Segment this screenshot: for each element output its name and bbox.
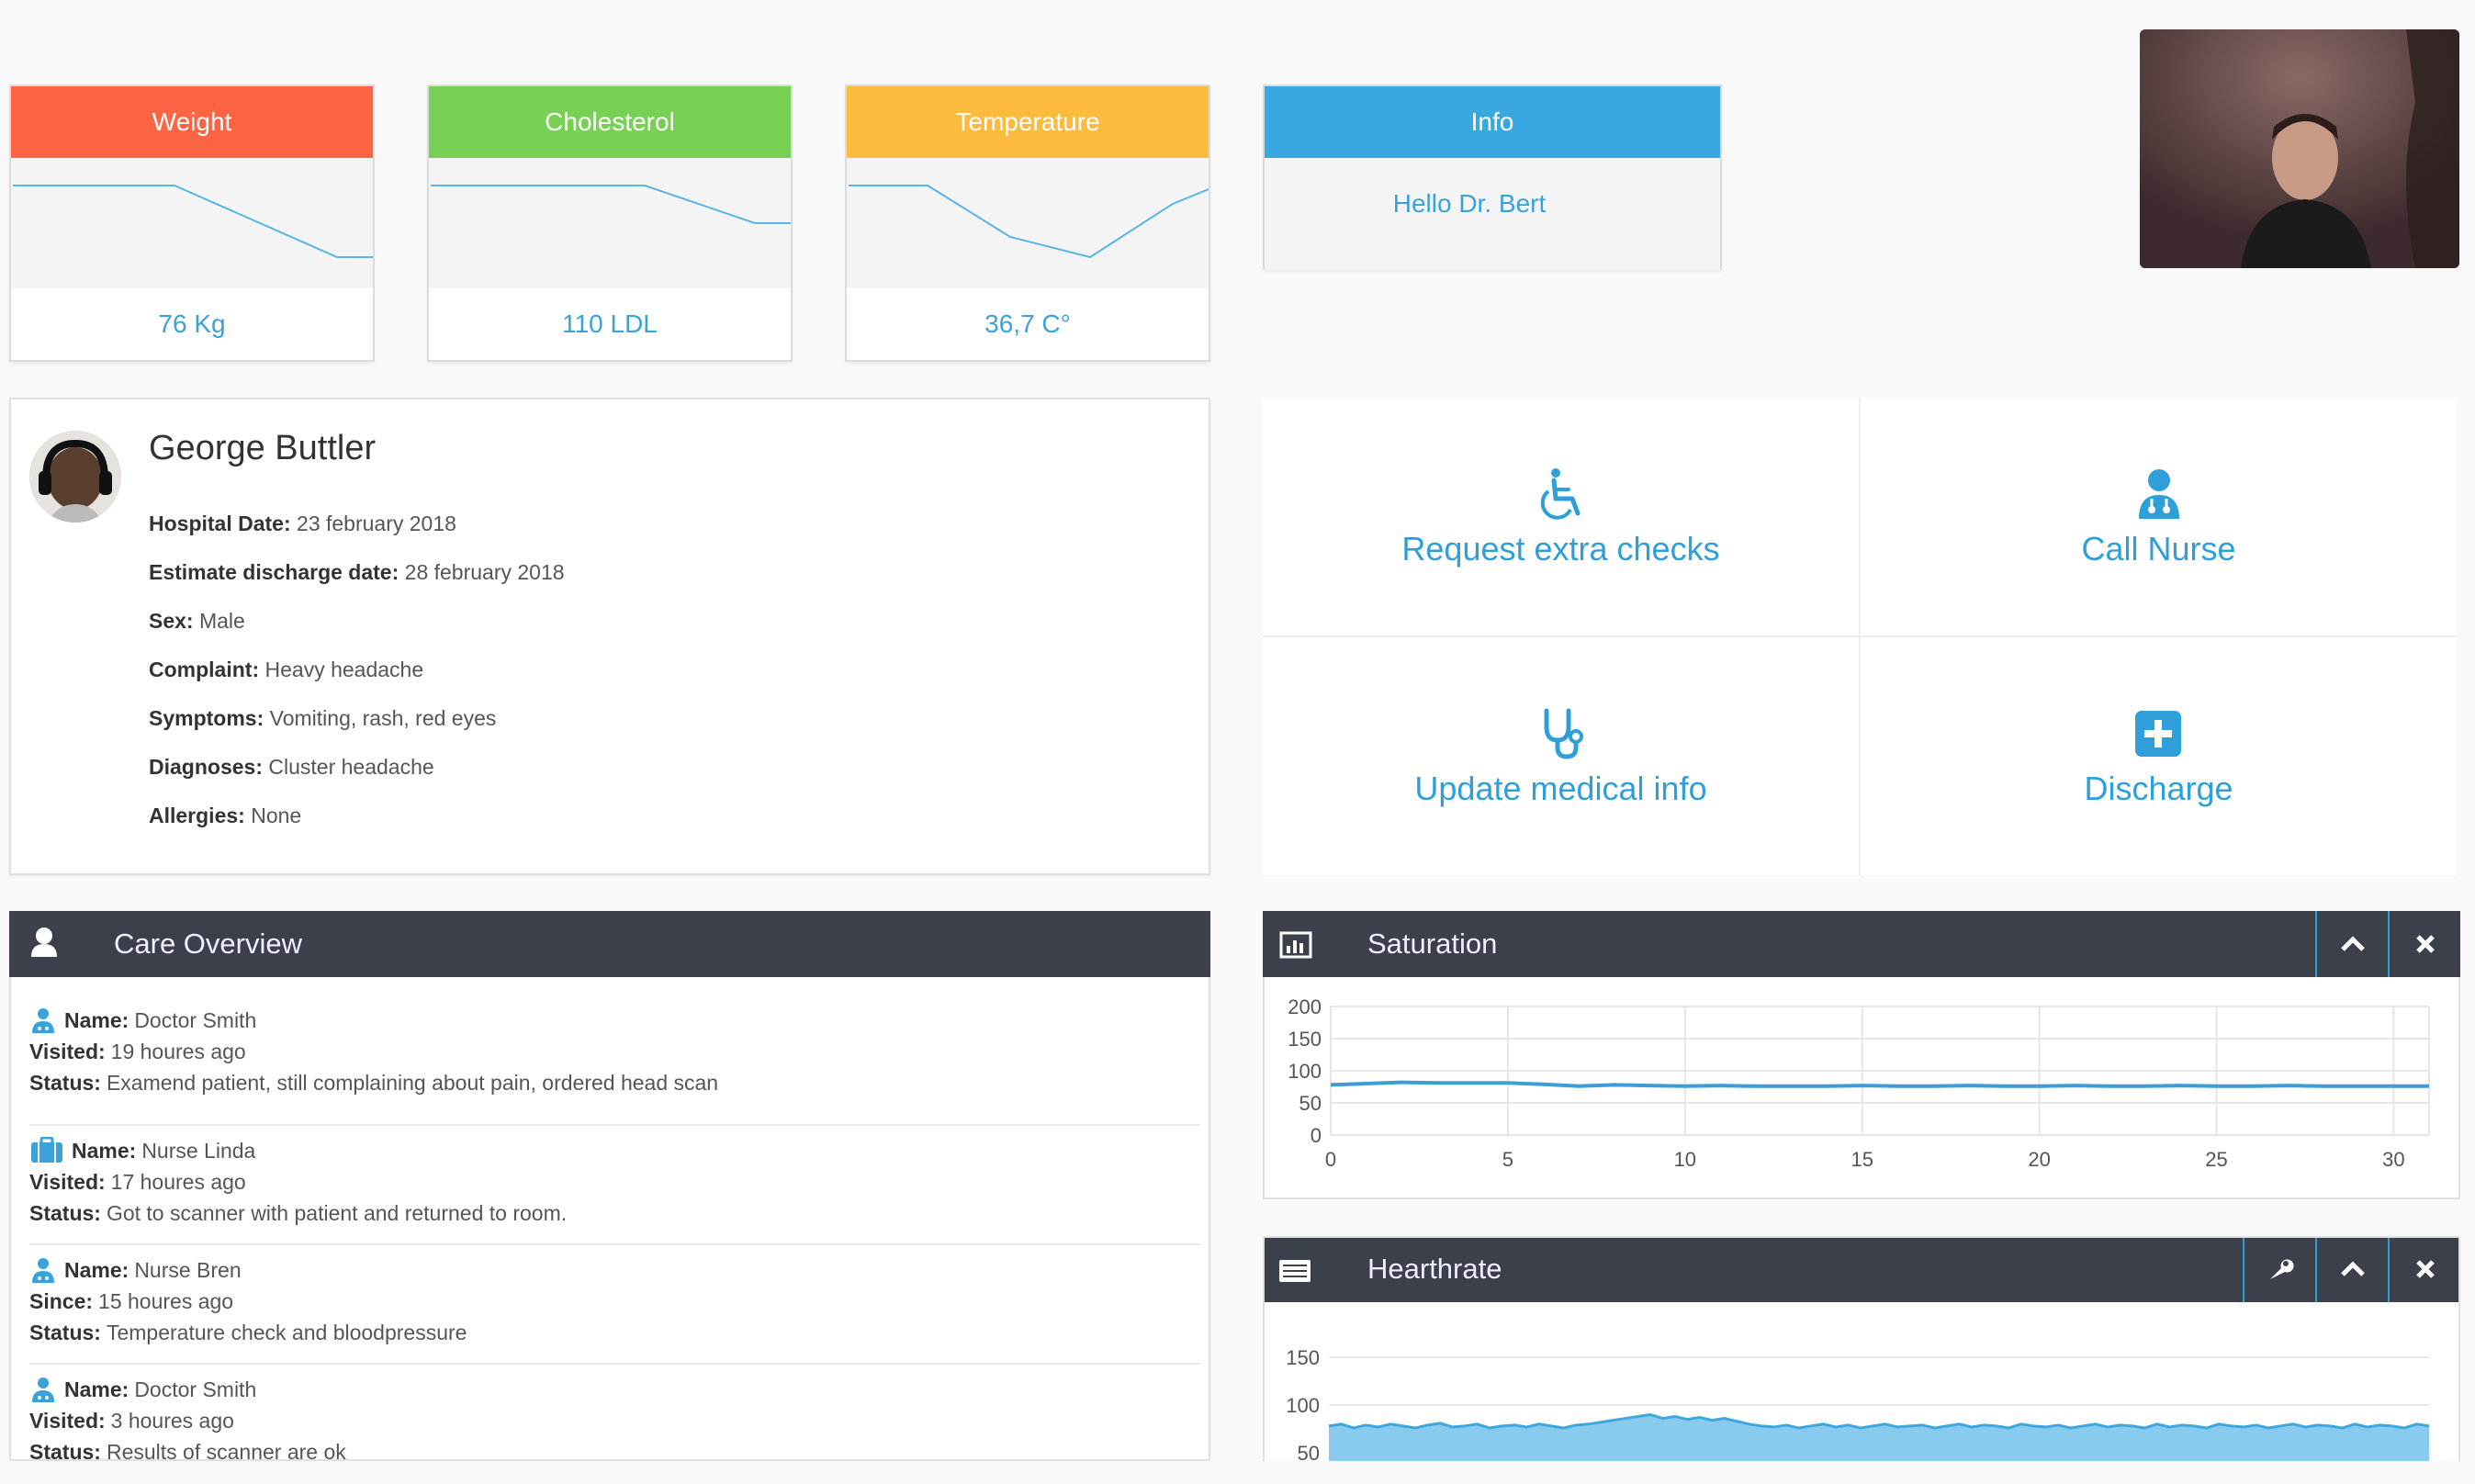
saturation-title: Saturation	[1367, 928, 1498, 960]
chevron-up-icon	[2340, 936, 2365, 951]
chevron-up-icon	[2340, 1261, 2365, 1276]
detail-hospital-date: Hospital Date: 23 february 2018	[149, 512, 456, 535]
list-item: Name: Nurse Bren Since: 15 houres ago Stat…	[29, 1245, 1200, 1365]
discharge-button[interactable]: Discharge	[1861, 637, 2457, 875]
x-tick-label: 10	[1674, 1148, 1696, 1171]
heartrate-header: Hearthrate	[1265, 1238, 2458, 1302]
saturation-widget: Saturation 0 50 100 150 200 0 5 10 15 20 25 30	[1263, 911, 2460, 1199]
detail-symptoms: Symptoms: Vomiting, rash, red eyes	[149, 706, 497, 730]
weight-card: Weight 76 Kg	[9, 84, 375, 362]
list-item: Name: Doctor Smith Visited: 19 houres ago …	[29, 1005, 1200, 1126]
care-overview-title: Care Overview	[114, 928, 302, 960]
detail-complaint: Complaint: Heavy headache	[149, 658, 424, 681]
cholesterol-card-header: Cholesterol	[429, 86, 791, 158]
heartrate-chart: 50 100 150	[1286, 1346, 2430, 1461]
avatar	[29, 431, 121, 523]
weight-sparkline	[11, 158, 373, 288]
info-message: Hello Dr. Bert	[1265, 158, 1720, 270]
patient-details: Hospital Date: 23 february 2018 Estimate…	[149, 512, 1159, 852]
heartrate-series-area	[1329, 1414, 2429, 1461]
x-tick-label: 20	[2028, 1148, 2050, 1171]
y-tick-label: 150	[1286, 1346, 1320, 1369]
detail-sex: Sex: Male	[149, 609, 245, 633]
list-item: Name: Doctor Smith Visited: 3 houres ago S…	[29, 1377, 346, 1464]
x-tick-label: 30	[2382, 1148, 2404, 1171]
patient-name: George Buttler	[149, 429, 377, 467]
heartrate-series-line	[1328, 1412, 2430, 1430]
close-icon	[2415, 1260, 2435, 1278]
detail-allergies: Allergies: None	[149, 804, 302, 827]
y-tick-label: 50	[1298, 1442, 1320, 1461]
webcam-person-image	[2140, 29, 2459, 268]
discharge-label: Discharge	[2084, 769, 2233, 807]
cholesterol-card-title: Cholesterol	[545, 107, 675, 136]
action-grid: Request extra checks Call Nurse Update m…	[1263, 398, 2457, 875]
patient-panel: George Buttler Hospital Date: 23 februar…	[9, 398, 1210, 875]
saturation-header: Saturation	[1263, 911, 2460, 977]
doctor-icon	[32, 1258, 54, 1283]
cholesterol-card: Cholesterol 110 LDL	[427, 84, 793, 362]
stethoscope-icon	[1544, 708, 1583, 759]
detail-diagnoses: Diagnoses: Cluster headache	[149, 755, 434, 779]
heartrate-close-button[interactable]	[2388, 1238, 2458, 1302]
y-tick-label: 50	[1299, 1092, 1322, 1115]
saturation-close-button[interactable]	[2388, 911, 2460, 977]
request-extra-checks-button[interactable]: Request extra checks	[1263, 398, 1859, 635]
heartrate-widget: Hearthrate 50 100 150	[1263, 1236, 2460, 1461]
temperature-card-header: Temperature	[847, 86, 1209, 158]
nurse-icon	[2138, 468, 2179, 519]
user-icon	[31, 928, 57, 957]
y-tick-label: 100	[1288, 1060, 1322, 1083]
list-icon	[1279, 1260, 1311, 1282]
webcam-preview	[2140, 29, 2459, 268]
saturation-collapse-button[interactable]	[2315, 911, 2388, 977]
x-tick-label: 25	[2205, 1148, 2227, 1171]
greeting-text: Hello Dr. Bert	[1392, 189, 1547, 218]
plus-square-icon	[2134, 710, 2181, 757]
y-tick-label: 0	[1311, 1124, 1322, 1147]
call-nurse-label: Call Nurse	[2081, 529, 2236, 568]
weight-card-title: Weight	[152, 107, 232, 136]
doctor-icon	[32, 1377, 54, 1402]
close-icon	[2415, 935, 2435, 953]
update-medical-info-label: Update medical info	[1414, 769, 1707, 807]
y-tick-label: 100	[1286, 1394, 1320, 1417]
heartrate-collapse-button[interactable]	[2315, 1238, 2388, 1302]
heartrate-settings-button[interactable]	[2243, 1238, 2315, 1302]
info-card-header: Info	[1265, 86, 1720, 158]
x-tick-label: 5	[1502, 1148, 1513, 1171]
temperature-card-title: Temperature	[955, 107, 1100, 136]
info-card-title: Info	[1470, 107, 1514, 136]
care-list: Name: Doctor Smith Visited: 19 houres ago …	[29, 1005, 1200, 1484]
doctor-icon	[32, 1008, 54, 1033]
care-overview-header: Care Overview	[9, 911, 1210, 977]
saturation-series-line	[1330, 1080, 2429, 1088]
weight-card-header: Weight	[11, 86, 373, 158]
x-tick-label: 15	[1851, 1148, 1873, 1171]
weight-value: 76 Kg	[158, 309, 226, 338]
detail-discharge-date: Estimate discharge date: 28 february 201…	[149, 560, 565, 584]
call-nurse-button[interactable]: Call Nurse	[1861, 398, 2457, 635]
temperature-sparkline	[847, 158, 1209, 288]
request-extra-checks-label: Request extra checks	[1401, 529, 1720, 568]
update-medical-info-button[interactable]: Update medical info	[1263, 637, 1859, 875]
saturation-chart: 0 50 100 150 200 0 5 10 15 20 25 30	[1288, 995, 2430, 1171]
briefcase-icon	[31, 1137, 62, 1163]
heartrate-title: Hearthrate	[1367, 1253, 1502, 1285]
info-card: Info Hello Dr. Bert	[1263, 84, 1722, 270]
list-item: Name: Nurse Linda Visited: 17 houres ago S…	[29, 1126, 1200, 1245]
wheelchair-icon	[1540, 467, 1580, 520]
y-tick-label: 150	[1288, 1028, 1322, 1051]
wrench-icon	[2269, 1259, 2294, 1279]
cholesterol-sparkline	[429, 158, 791, 288]
temperature-value: 36,7 C°	[984, 309, 1071, 338]
bar-chart-icon	[1279, 931, 1312, 959]
care-overview-widget: Care Overview Name: Doctor Smith Visited:…	[9, 911, 1210, 1464]
temperature-card: Temperature 36,7 C°	[845, 84, 1210, 362]
cholesterol-value: 110 LDL	[562, 309, 658, 338]
y-tick-label: 200	[1288, 995, 1322, 1018]
x-tick-label: 0	[1325, 1148, 1336, 1171]
